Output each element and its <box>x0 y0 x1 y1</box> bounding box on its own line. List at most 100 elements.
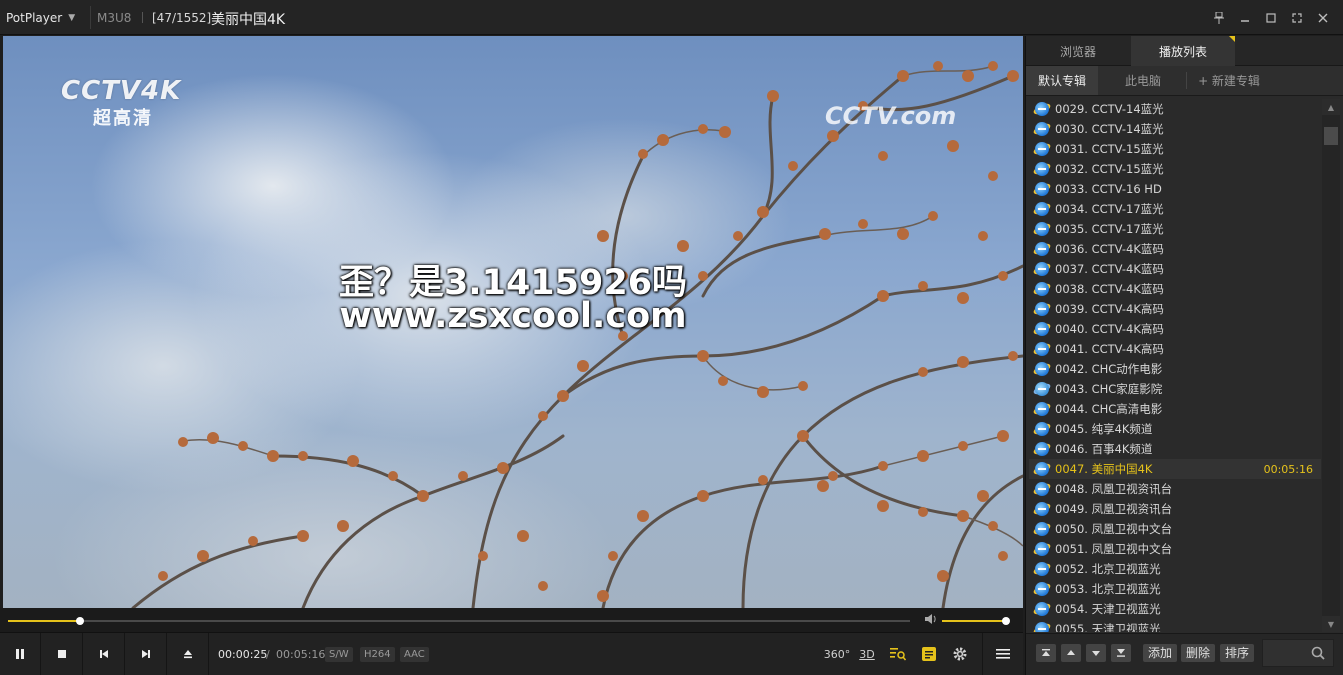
playlist-item[interactable]: 0031. CCTV-15蓝光 <box>1029 139 1321 159</box>
ie-icon <box>1032 461 1052 477</box>
minimize-icon[interactable] <box>1233 8 1257 28</box>
playlist-item[interactable]: 0045. 纯享4K频道 <box>1029 419 1321 439</box>
playlist-item[interactable]: 0039. CCTV-4K高码 <box>1029 299 1321 319</box>
playlist-item[interactable]: 0055. 天津卫视蓝光 <box>1029 619 1321 632</box>
playlist-item-label: 0054. 天津卫视蓝光 <box>1055 602 1161 616</box>
app-menu-button[interactable]: PotPlayer ▼ <box>6 8 75 28</box>
subtitle-icon <box>922 647 936 661</box>
tab-default-album[interactable]: 默认专辑 <box>1026 66 1098 95</box>
playlist-item[interactable]: 0048. 凤凰卫视资讯台 <box>1029 479 1321 499</box>
playlist-item[interactable]: 0032. CCTV-15蓝光 <box>1029 159 1321 179</box>
eject-icon <box>184 650 192 659</box>
video-area[interactable]: CCTV4K 超高清 CCTV.com 歪？是3.1415926吗 www.zs… <box>3 36 1023 608</box>
main-menu-button[interactable] <box>982 633 1023 675</box>
settings-button[interactable] <box>950 645 970 663</box>
playlist-item[interactable]: 0042. CHC动作电影 <box>1029 359 1321 379</box>
ie-icon <box>1032 421 1052 437</box>
ie-icon <box>1032 121 1052 137</box>
playlist-item[interactable]: 0033. CCTV-16 HD <box>1029 179 1321 199</box>
playlist-item[interactable]: 0052. 北京卫视蓝光 <box>1029 559 1321 579</box>
playlist-item[interactable]: 0034. CCTV-17蓝光 <box>1029 199 1321 219</box>
chevron-down-icon: ▼ <box>68 13 76 23</box>
playlist-item[interactable]: 0049. 凤凰卫视资讯台 <box>1029 499 1321 519</box>
ie-icon <box>1032 161 1052 177</box>
volume-handle[interactable] <box>1002 617 1011 625</box>
move-top-icon <box>1042 649 1050 656</box>
move-up-icon <box>1067 650 1075 655</box>
volume-slider[interactable] <box>942 617 1011 625</box>
scroll-thumb[interactable] <box>1324 127 1338 145</box>
playlist-item[interactable]: 0051. 凤凰卫视中文台 <box>1029 539 1321 559</box>
ie-icon <box>1032 181 1052 197</box>
playlist-item-label: 0040. CCTV-4K高码 <box>1055 322 1164 336</box>
active-tab-marker <box>1229 36 1235 42</box>
move-down-button[interactable] <box>1086 644 1106 662</box>
pin-icon[interactable] <box>1207 8 1231 28</box>
playlist-item[interactable]: 0040. CCTV-4K高码 <box>1029 319 1321 339</box>
new-album-button[interactable]: + 新建专辑 <box>1191 66 1267 95</box>
tab-playlist[interactable]: 播放列表 <box>1131 36 1235 66</box>
tab-this-pc[interactable]: 此电脑 <box>1106 66 1180 95</box>
move-bottom-button[interactable] <box>1111 644 1131 662</box>
audio-codec-badge[interactable]: AAC <box>400 647 429 662</box>
ie-icon <box>1032 321 1052 337</box>
playlist-item[interactable]: 0054. 天津卫视蓝光 <box>1029 599 1321 619</box>
playlist-item[interactable]: 0050. 凤凰卫视中文台 <box>1029 519 1321 539</box>
ie-icon <box>1032 581 1052 597</box>
playlist-item-label: 0045. 纯享4K频道 <box>1055 422 1153 436</box>
move-top-button[interactable] <box>1036 644 1056 662</box>
playlist-item[interactable]: 0037. CCTV-4K蓝码 <box>1029 259 1321 279</box>
playlist-search-input[interactable] <box>1262 639 1334 667</box>
next-button[interactable] <box>126 633 167 675</box>
playlist-scrollbar[interactable]: ▲ ▼ <box>1322 99 1340 632</box>
playlist-item[interactable]: 0030. CCTV-14蓝光 <box>1029 119 1321 139</box>
playlist-item-label: 0049. 凤凰卫视资讯台 <box>1055 502 1173 516</box>
maximize-icon[interactable] <box>1259 8 1283 28</box>
stop-button[interactable] <box>42 633 83 675</box>
playlist-item[interactable]: 0036. CCTV-4K蓝码 <box>1029 239 1321 259</box>
close-icon[interactable] <box>1311 8 1335 28</box>
sort-button[interactable]: 排序 <box>1220 644 1255 662</box>
playlist-item[interactable]: 0044. CHC高清电影 <box>1029 399 1321 419</box>
playlist-item-label: 0053. 北京卫视蓝光 <box>1055 582 1161 596</box>
playlist-item[interactable]: 0029. CCTV-14蓝光 <box>1029 99 1321 119</box>
seek-bar[interactable] <box>8 617 910 625</box>
pause-button[interactable] <box>0 633 41 675</box>
delete-button[interactable]: 删除 <box>1181 644 1216 662</box>
playlist-item-label: 0050. 凤凰卫视中文台 <box>1055 522 1173 536</box>
playlist-item[interactable]: 0041. CCTV-4K高码 <box>1029 339 1321 359</box>
subtitle-button[interactable] <box>920 645 938 663</box>
playlist-item-label: 0046. 百事4K频道 <box>1055 442 1153 456</box>
playlist-item[interactable]: 0046. 百事4K频道 <box>1029 439 1321 459</box>
playlist-item[interactable]: 0043. CHC家庭影院 <box>1029 379 1321 399</box>
vr360-icon: 360° <box>823 647 851 661</box>
open-button[interactable] <box>168 633 209 675</box>
playlist-search-icon <box>890 648 906 661</box>
seek-handle[interactable] <box>75 617 84 625</box>
search-icon <box>1311 646 1325 660</box>
move-up-button[interactable] <box>1061 644 1081 662</box>
ie-icon <box>1032 241 1052 257</box>
add-button[interactable]: 添加 <box>1143 644 1178 662</box>
video-codec-badge[interactable]: H264 <box>360 647 395 662</box>
cctv-watermark: CCTV.com <box>825 102 957 130</box>
decoder-badge[interactable]: S/W <box>325 647 353 662</box>
playlist-item[interactable]: 0038. CCTV-4K蓝码 <box>1029 279 1321 299</box>
fullscreen-icon[interactable] <box>1285 8 1309 28</box>
playlist-search-button[interactable] <box>888 645 908 663</box>
volume-icon[interactable] <box>925 614 937 627</box>
playlist-item-current[interactable]: 0047. 美丽中国4K 00:05:16 <box>1029 459 1321 479</box>
scroll-down-icon[interactable]: ▼ <box>1322 616 1340 632</box>
scroll-up-icon[interactable]: ▲ <box>1322 99 1340 115</box>
3d-button[interactable]: 3D <box>857 645 877 663</box>
menu-icon <box>996 649 1010 659</box>
ie-icon <box>1032 621 1052 632</box>
playlist-item[interactable]: 0035. CCTV-17蓝光 <box>1029 219 1321 239</box>
previous-button[interactable] <box>84 633 125 675</box>
tab-browser[interactable]: 浏览器 <box>1026 36 1130 66</box>
media-title: 美丽中国4K <box>211 12 286 28</box>
playlist-item[interactable]: 0053. 北京卫视蓝光 <box>1029 579 1321 599</box>
playlist-item-label: 0051. 凤凰卫视中文台 <box>1055 542 1173 556</box>
playlist-item-duration: 00:05:16 <box>1263 462 1313 476</box>
vr360-button[interactable]: 360° <box>823 645 851 663</box>
